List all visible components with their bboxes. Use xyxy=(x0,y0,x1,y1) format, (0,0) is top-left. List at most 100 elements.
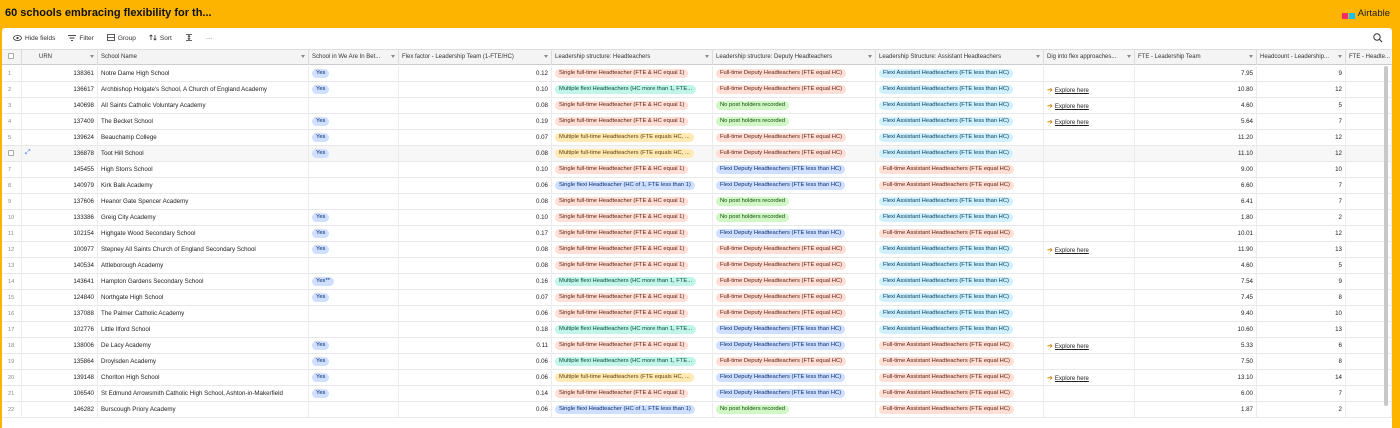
we-are-in-between-cell[interactable]: Yes** xyxy=(309,274,399,290)
assistant-headteachers-cell[interactable]: Flexi Assistant Headteachers (FTE less t… xyxy=(876,66,1044,82)
urn-cell[interactable]: 143641 xyxy=(22,274,98,290)
school-name-cell[interactable]: St Edmund Arrowsmith Catholic High Schoo… xyxy=(98,386,309,402)
headcount-cell[interactable]: 6 xyxy=(1257,338,1346,354)
dig-into-flex-cell[interactable]: ➜ Explore here xyxy=(1044,82,1135,98)
urn-cell[interactable]: 139148 xyxy=(22,370,98,386)
assistant-headteachers-cell[interactable]: Flexi Assistant Headteachers (FTE less t… xyxy=(876,114,1044,130)
deputy-headteachers-cell[interactable]: No post holders recorded xyxy=(713,210,876,226)
fte-leadership-cell[interactable]: 6.00 xyxy=(1135,386,1257,402)
deputy-headteachers-cell[interactable]: Flexi Deputy Headteachers (FTE less than… xyxy=(713,322,876,338)
we-are-in-between-cell[interactable]: Yes xyxy=(309,386,399,402)
school-name-cell[interactable]: Greig City Academy xyxy=(98,210,309,226)
we-are-in-between-cell[interactable]: Yes xyxy=(309,354,399,370)
chevron-down-icon[interactable] xyxy=(868,55,872,58)
we-are-in-between-cell[interactable]: Yes xyxy=(309,130,399,146)
school-name-cell[interactable]: High Storrs School xyxy=(98,162,309,178)
column-header-fte-leadership[interactable]: FTE - Leadership Team xyxy=(1135,50,1257,65)
group-button[interactable]: Group xyxy=(103,31,140,47)
urn-cell[interactable]: 136878 xyxy=(22,146,98,162)
school-name-cell[interactable]: Little Ilford School xyxy=(98,322,309,338)
column-header-deputy-headteachers[interactable]: Leadership structure: Deputy Headteacher… xyxy=(713,50,876,65)
urn-cell[interactable]: 139624 xyxy=(22,130,98,146)
headcount-cell[interactable]: 8 xyxy=(1257,354,1346,370)
filter-button[interactable]: Filter xyxy=(64,31,97,47)
table-row[interactable]: 3 140698 All Saints Catholic Voluntary Aca… xyxy=(2,98,1392,114)
urn-cell[interactable]: 100977 xyxy=(22,242,98,258)
we-are-in-between-cell[interactable]: Yes xyxy=(309,290,399,306)
headteachers-cell[interactable]: Multiple flexi Headteachers (HC more tha… xyxy=(552,82,713,98)
fte-leadership-cell[interactable]: 11.90 xyxy=(1135,242,1257,258)
urn-cell[interactable]: 138006 xyxy=(22,338,98,354)
headteachers-cell[interactable]: Single full-time Headteacher (FTE & HC e… xyxy=(552,226,713,242)
school-name-cell[interactable]: Burscough Priory Academy xyxy=(98,402,309,418)
assistant-headteachers-cell[interactable]: Flexi Assistant Headteachers (FTE less t… xyxy=(876,98,1044,114)
fte-leadership-cell[interactable]: 11.20 xyxy=(1135,130,1257,146)
headteachers-cell[interactable]: Single full-time Headteacher (FTE & HC e… xyxy=(552,242,713,258)
flex-factor-cell[interactable]: 0.10 xyxy=(399,162,552,178)
headcount-cell[interactable]: 7 xyxy=(1257,178,1346,194)
headcount-cell[interactable]: 10 xyxy=(1257,306,1346,322)
search-icon[interactable] xyxy=(1372,32,1384,44)
assistant-headteachers-cell[interactable]: Flexi Assistant Headteachers (FTE less t… xyxy=(876,306,1044,322)
chevron-down-icon[interactable] xyxy=(90,55,94,58)
chevron-down-icon[interactable] xyxy=(705,55,709,58)
table-row[interactable]: 18 138006 De Lacy Academy Yes 0.11 Single ful… xyxy=(2,338,1392,354)
headcount-cell[interactable]: 10 xyxy=(1257,162,1346,178)
column-header-urn[interactable]: URN xyxy=(22,50,98,65)
headcount-cell[interactable]: 12 xyxy=(1257,146,1346,162)
chevron-down-icon[interactable] xyxy=(1338,55,1342,58)
explore-link[interactable]: Explore here xyxy=(1055,376,1089,382)
explore-link[interactable]: Explore here xyxy=(1055,88,1089,94)
table-row[interactable]: 9 137606 Heanor Gate Spencer Academy 0.08 Si… xyxy=(2,194,1392,210)
headcount-cell[interactable]: 9 xyxy=(1257,66,1346,82)
table-row[interactable]: 20 139148 Chorlton High School Yes 0.06 Multi… xyxy=(2,370,1392,386)
table-row[interactable]: 2 136617 Archbishop Holgate's School, A Ch… xyxy=(2,82,1392,98)
table-row[interactable]: 17 102776 Little Ilford School 0.18 Multiple… xyxy=(2,322,1392,338)
table-row[interactable]: 19 135864 Droylsden Academy Yes 0.06 Multiple… xyxy=(2,354,1392,370)
urn-cell[interactable]: 136617 xyxy=(22,82,98,98)
dig-into-flex-cell[interactable]: ➜ Explore here xyxy=(1044,370,1135,386)
flex-factor-cell[interactable]: 0.11 xyxy=(399,338,552,354)
fte-leadership-cell[interactable]: 7.45 xyxy=(1135,290,1257,306)
flex-factor-cell[interactable]: 0.19 xyxy=(399,114,552,130)
dig-into-flex-cell[interactable] xyxy=(1044,322,1135,338)
school-name-cell[interactable]: Heanor Gate Spencer Academy xyxy=(98,194,309,210)
assistant-headteachers-cell[interactable]: Flexi Assistant Headteachers (FTE less t… xyxy=(876,210,1044,226)
urn-cell[interactable]: 106540 xyxy=(22,386,98,402)
assistant-headteachers-cell[interactable]: Flexi Assistant Headteachers (FTE less t… xyxy=(876,242,1044,258)
flex-factor-cell[interactable]: 0.08 xyxy=(399,242,552,258)
airtable-brand[interactable]: Airtable xyxy=(1341,8,1390,19)
table-row[interactable]: 13 140534 Attleborough Academy 0.08 Single f… xyxy=(2,258,1392,274)
flex-factor-cell[interactable]: 0.06 xyxy=(399,370,552,386)
dig-into-flex-cell[interactable] xyxy=(1044,178,1135,194)
chevron-down-icon[interactable] xyxy=(1127,55,1131,58)
fte-leadership-cell[interactable]: 1.80 xyxy=(1135,210,1257,226)
flex-factor-cell[interactable]: 0.07 xyxy=(399,290,552,306)
deputy-headteachers-cell[interactable]: Full-time Deputy Headteachers (FTE equal… xyxy=(713,354,876,370)
table-row[interactable]: ⤢ 136878 Toot Hill School Yes 0.08 Multiple f… xyxy=(2,146,1392,162)
flex-factor-cell[interactable]: 0.06 xyxy=(399,402,552,418)
table-row[interactable]: 1 138361 Notre Dame High School Yes 0.12 Sing… xyxy=(2,66,1392,82)
fte-leadership-cell[interactable]: 6.41 xyxy=(1135,194,1257,210)
deputy-headteachers-cell[interactable]: Full-time Deputy Headteachers (FTE equal… xyxy=(713,290,876,306)
deputy-headteachers-cell[interactable]: Full-time Deputy Headteachers (FTE equal… xyxy=(713,146,876,162)
we-are-in-between-cell[interactable]: Yes xyxy=(309,370,399,386)
headcount-cell[interactable]: 12 xyxy=(1257,130,1346,146)
headteachers-cell[interactable]: Multiple flexi Headteachers (HC more tha… xyxy=(552,322,713,338)
table-row[interactable]: 22 146282 Burscough Priory Academy 0.06 Sing… xyxy=(2,402,1392,418)
fte-leadership-cell[interactable]: 9.40 xyxy=(1135,306,1257,322)
deputy-headteachers-cell[interactable]: Full-time Deputy Headteachers (FTE equal… xyxy=(713,242,876,258)
school-name-cell[interactable]: Droylsden Academy xyxy=(98,354,309,370)
urn-cell[interactable]: 137606 xyxy=(22,194,98,210)
table-row[interactable]: 8 140979 Kirk Balk Academy 0.06 Single flexi… xyxy=(2,178,1392,194)
column-header-assistant-headteachers[interactable]: Leadership Structure: Assistant Headteac… xyxy=(876,50,1044,65)
explore-link[interactable]: Explore here xyxy=(1055,248,1089,254)
vertical-scrollbar[interactable] xyxy=(1384,66,1388,406)
headteachers-cell[interactable]: Single full-time Headteacher (FTE & HC e… xyxy=(552,386,713,402)
we-are-in-between-cell[interactable]: Yes xyxy=(309,226,399,242)
school-name-cell[interactable]: De Lacy Academy xyxy=(98,338,309,354)
urn-cell[interactable]: 102776 xyxy=(22,322,98,338)
deputy-headteachers-cell[interactable]: No post holders recorded xyxy=(713,402,876,418)
we-are-in-between-cell[interactable]: Yes xyxy=(309,114,399,130)
flex-factor-cell[interactable]: 0.08 xyxy=(399,258,552,274)
